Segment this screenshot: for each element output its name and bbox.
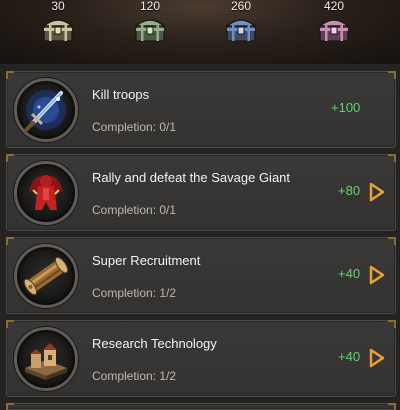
task-completion: Completion: 1/2 xyxy=(92,286,177,300)
chest-icon xyxy=(224,19,258,42)
task-title: Super Recruitment xyxy=(92,253,201,268)
task-reward-points: +40 xyxy=(338,266,361,281)
chest-icon xyxy=(133,19,167,42)
milestone-120[interactable]: 120 xyxy=(120,0,180,60)
task-title: Rally and defeat the Savage Giant xyxy=(92,170,291,185)
go-arrow-icon[interactable] xyxy=(366,348,386,368)
task-completion: Completion: 0/1 xyxy=(92,203,177,217)
sword-icon xyxy=(14,78,78,142)
milestone-30[interactable]: 30 xyxy=(28,0,88,60)
task-completion: Completion: 0/1 xyxy=(92,120,177,134)
milestone-points: 120 xyxy=(139,0,161,13)
task-row-kill-troops[interactable]: Kill troops Completion: 0/1 +100 xyxy=(6,71,396,148)
go-arrow-icon[interactable] xyxy=(366,265,386,285)
milestone-points: 420 xyxy=(323,0,345,13)
chest-icon xyxy=(317,19,351,42)
task-row-research-technology[interactable]: Research Technology Completion: 1/2 +40 xyxy=(6,320,396,397)
task-row-savage-giant[interactable]: Rally and defeat the Savage Giant Comple… xyxy=(6,154,396,231)
task-title: Kill troops xyxy=(92,87,150,102)
milestone-reward-bar: 30 120 260 420 xyxy=(0,0,400,64)
academy-building-icon xyxy=(14,327,78,391)
task-row-super-recruitment[interactable]: Super Recruitment Completion: 1/2 +40 xyxy=(6,237,396,314)
savage-giant-icon xyxy=(14,161,78,225)
task-row-partial xyxy=(6,403,396,410)
chest-icon xyxy=(41,19,75,42)
milestone-420[interactable]: 420 xyxy=(304,0,364,60)
task-completion: Completion: 1/2 xyxy=(92,369,177,383)
task-reward-points: +100 xyxy=(331,100,361,115)
task-reward-points: +80 xyxy=(338,183,361,198)
scroll-icon xyxy=(14,244,78,308)
task-title: Research Technology xyxy=(92,336,217,351)
task-reward-points: +40 xyxy=(338,349,361,364)
go-arrow-icon[interactable] xyxy=(366,182,386,202)
milestone-260[interactable]: 260 xyxy=(211,0,271,60)
milestone-points: 30 xyxy=(51,0,65,13)
milestone-points: 260 xyxy=(230,0,252,13)
